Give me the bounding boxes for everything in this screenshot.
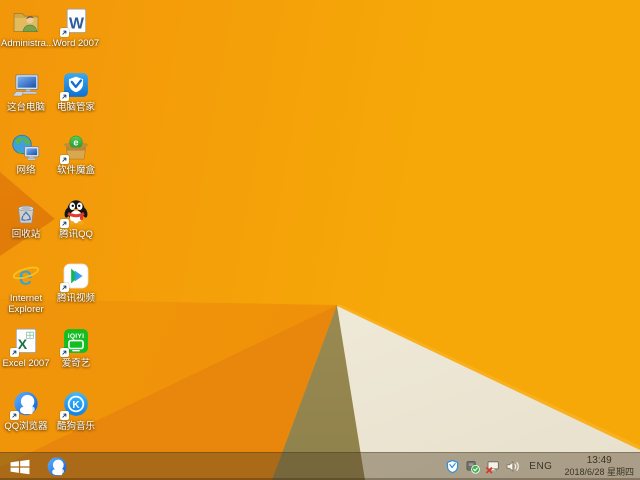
taskbar-qq-browser-button[interactable] xyxy=(40,453,74,480)
language-indicator[interactable]: ENG xyxy=(525,461,556,472)
desktop-icon-label: 这台电脑 xyxy=(1,102,51,113)
clock-time: 13:49 xyxy=(564,456,634,467)
trash-can-icon xyxy=(11,197,41,227)
excel-icon: X xyxy=(11,326,41,356)
desktop-icon-label: 腾讯视频 xyxy=(51,293,101,304)
qq-browser-globe-icon xyxy=(11,389,41,419)
tray-safety-status-button[interactable] xyxy=(465,459,480,474)
desktop-icon-software-magic-box[interactable]: e 软件魔盒 xyxy=(51,133,101,176)
desktop-icon-label: QQ浏览器 xyxy=(1,421,51,432)
desktop-icon-label: Excel 2007 xyxy=(1,358,51,369)
clock-date: 2018/6/28 星期四 xyxy=(564,467,634,478)
penguin-icon xyxy=(61,197,91,227)
word-icon: W xyxy=(61,6,91,36)
desktop-icon-tencent-qq[interactable]: 腾讯QQ xyxy=(51,197,101,240)
desktop-icon-administrator[interactable]: Administra... xyxy=(1,6,51,49)
svg-text:e: e xyxy=(73,137,78,147)
desktop-icon-label: 腾讯QQ xyxy=(51,229,101,240)
shortcut-arrow-icon xyxy=(10,348,19,357)
user-folder-icon xyxy=(11,6,41,36)
svg-text:iQIYI: iQIYI xyxy=(68,333,85,340)
desktop-icon-label: 爱奇艺 xyxy=(51,358,101,369)
shortcut-arrow-icon xyxy=(10,411,19,420)
desktop-icon-iqiyi[interactable]: iQIYI 爱奇艺 xyxy=(51,326,101,369)
windows-logo-icon xyxy=(9,458,31,476)
desktop-icon-word-2007[interactable]: W Word 2007 xyxy=(51,6,101,49)
svg-text:K: K xyxy=(72,400,80,411)
desktop-icon-excel-2007[interactable]: X Excel 2007 xyxy=(1,326,51,369)
taskbar-clock[interactable]: 13:49 2018/6/28 星期四 xyxy=(561,456,637,477)
system-tray: ENG 13:49 2018/6/28 星期四 xyxy=(445,453,640,480)
tray-network-button[interactable] xyxy=(485,459,500,474)
desktop-icon-pc-manager[interactable]: 电脑管家 xyxy=(51,70,101,113)
desktop-icon-tencent-video[interactable]: 腾讯视频 xyxy=(51,261,101,304)
desktop-icon-recycle-bin[interactable]: 回收站 xyxy=(1,197,51,240)
shield-check-icon xyxy=(61,70,91,100)
taskbar: ENG 13:49 2018/6/28 星期四 xyxy=(0,452,640,480)
tray-volume-button[interactable] xyxy=(505,459,520,474)
qq-browser-icon xyxy=(45,455,69,479)
desktop-icon-internet-explorer[interactable]: e Internet Explorer xyxy=(1,261,51,315)
desktop-icon-label: 回收站 xyxy=(1,229,51,240)
desktop-icon-this-pc[interactable]: 这台电脑 xyxy=(1,70,51,113)
desktop-icon-network[interactable]: 网络 xyxy=(1,133,51,176)
kugou-k-icon: K xyxy=(61,389,91,419)
play-button-icon xyxy=(61,261,91,291)
tray-pc-manager-button[interactable] xyxy=(445,459,460,474)
open-box-icon: e xyxy=(61,133,91,163)
svg-text:X: X xyxy=(18,336,28,352)
shortcut-arrow-icon xyxy=(60,219,69,228)
globe-computer-icon xyxy=(11,133,41,163)
desktop-icon-label: Word 2007 xyxy=(51,38,101,49)
device-check-icon xyxy=(465,459,480,474)
desktop-icon-label: 网络 xyxy=(1,165,51,176)
desktop-icon-kugou-music[interactable]: K 酷狗音乐 xyxy=(51,389,101,432)
network-disconnected-icon xyxy=(485,459,500,474)
desktop-icon-label: Internet Explorer xyxy=(1,293,51,315)
desktop-icon-label: Administra... xyxy=(1,38,51,49)
desktop-icon-label: 酷狗音乐 xyxy=(51,421,101,432)
desktop-icon-label: 软件魔盒 xyxy=(51,165,101,176)
shortcut-arrow-icon xyxy=(60,283,69,292)
start-button[interactable] xyxy=(0,453,40,480)
shortcut-arrow-icon xyxy=(60,92,69,101)
computer-icon xyxy=(11,70,41,100)
desktop-icon-label: 电脑管家 xyxy=(51,102,101,113)
desktop-icon-qq-browser[interactable]: QQ浏览器 xyxy=(1,389,51,432)
shortcut-arrow-icon xyxy=(60,348,69,357)
shield-icon xyxy=(445,459,460,474)
speaker-icon xyxy=(505,459,520,474)
svg-text:W: W xyxy=(69,16,84,33)
ie-e-icon: e xyxy=(11,261,41,291)
shortcut-arrow-icon xyxy=(60,155,69,164)
shortcut-arrow-icon xyxy=(60,28,69,37)
iqiyi-tv-icon: iQIYI xyxy=(61,326,91,356)
shortcut-arrow-icon xyxy=(60,411,69,420)
